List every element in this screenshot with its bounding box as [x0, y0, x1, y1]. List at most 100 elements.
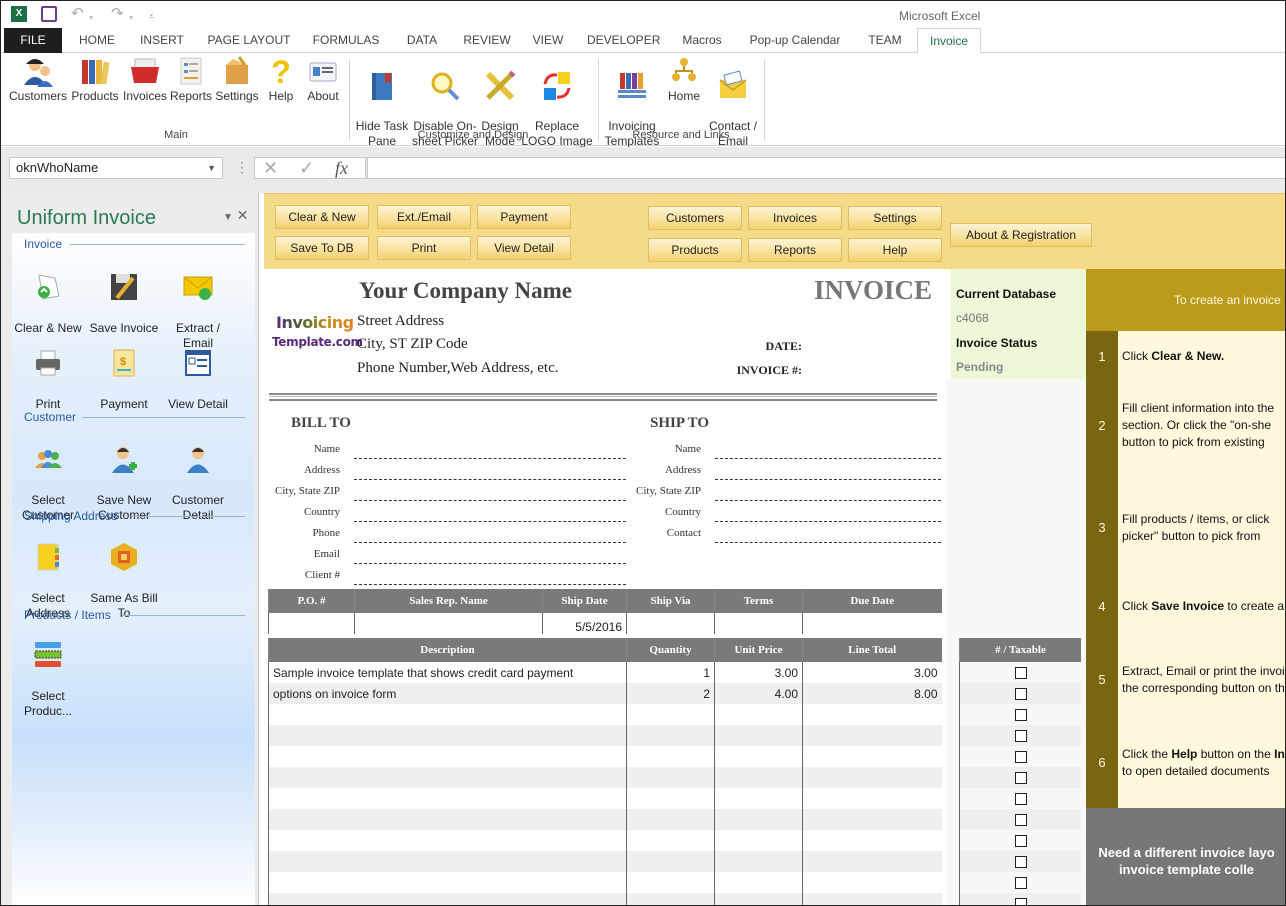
item-description[interactable]	[268, 746, 627, 767]
item-description[interactable]	[268, 830, 627, 851]
tab-popup-calendar[interactable]: Pop-up Calendar	[743, 28, 847, 53]
name-box[interactable]: oknWhoName ▼	[9, 157, 223, 179]
item-description[interactable]	[268, 704, 627, 725]
item-line-total[interactable]	[802, 851, 942, 872]
ship-to-field-input[interactable]	[715, 455, 941, 459]
item-quantity[interactable]	[626, 788, 715, 809]
sheet-view-detail-button[interactable]: View Detail	[477, 236, 571, 260]
taxable-checkbox[interactable]	[1014, 688, 1027, 701]
item-unit-price[interactable]	[714, 893, 803, 905]
terms-value[interactable]	[714, 613, 803, 634]
tp-customer-detail-button[interactable]: Customer Detail	[160, 429, 236, 523]
item-unit-price[interactable]	[714, 767, 803, 788]
item-unit-price[interactable]	[714, 809, 803, 830]
item-quantity[interactable]	[626, 767, 715, 788]
bill-to-field-input[interactable]	[354, 518, 626, 522]
item-line-total[interactable]	[802, 893, 942, 905]
taxable-checkbox[interactable]	[1014, 772, 1027, 785]
phone-web[interactable]: Phone Number,Web Address, etc.	[357, 360, 558, 377]
ribbon-home-button[interactable]: Home	[663, 55, 705, 104]
instructions-footer[interactable]: Need a different invoice layo invoice te…	[1086, 808, 1285, 905]
item-quantity[interactable]	[626, 704, 715, 725]
tab-team[interactable]: TEAM	[861, 28, 909, 53]
item-description[interactable]: options on invoice form	[268, 683, 627, 704]
bill-to-field-input[interactable]	[354, 497, 626, 501]
item-unit-price[interactable]	[714, 851, 803, 872]
tab-invoice[interactable]: Invoice	[917, 28, 981, 54]
taxable-checkbox[interactable]	[1014, 751, 1027, 764]
sales-rep-value[interactable]	[354, 613, 543, 634]
tp-clear-new-button[interactable]: Clear & New	[10, 257, 86, 336]
taxable-checkbox[interactable]	[1014, 730, 1027, 743]
ship-to-field-input[interactable]	[715, 476, 941, 480]
ribbon-customers-button[interactable]: Customers	[7, 55, 69, 104]
item-quantity[interactable]: 2	[626, 683, 715, 704]
tab-developer[interactable]: DEVELOPER	[583, 28, 661, 53]
item-line-total[interactable]	[802, 767, 942, 788]
sheet-help-button[interactable]: Help	[848, 238, 942, 262]
tab-review[interactable]: REVIEW	[459, 28, 515, 53]
taxable-checkbox[interactable]	[1014, 898, 1027, 905]
sheet-print-button[interactable]: Print	[377, 236, 471, 260]
ribbon-invoices-button[interactable]: Invoices	[121, 55, 169, 104]
tp-save-invoice-button[interactable]: Save Invoice	[86, 257, 162, 336]
item-description[interactable]	[268, 851, 627, 872]
tab-file[interactable]: FILE	[4, 28, 62, 53]
item-description[interactable]	[268, 725, 627, 746]
taxable-checkbox[interactable]	[1014, 835, 1027, 848]
sheet-invoices-button[interactable]: Invoices	[748, 206, 842, 230]
tp-print-button[interactable]: Print	[10, 333, 86, 412]
item-line-total[interactable]	[802, 725, 942, 746]
invoice-number-value[interactable]	[809, 361, 939, 379]
tab-data[interactable]: DATA	[399, 28, 445, 53]
undo-icon[interactable]: ↶	[71, 6, 84, 22]
item-description[interactable]	[268, 809, 627, 830]
item-line-total[interactable]	[802, 830, 942, 851]
sheet-payment-button[interactable]: Payment	[477, 205, 571, 229]
item-quantity[interactable]	[626, 851, 715, 872]
ship-to-field-input[interactable]	[715, 539, 941, 543]
item-unit-price[interactable]	[714, 725, 803, 746]
tp-payment-button[interactable]: $ Payment	[86, 333, 162, 412]
sheet-customers-button[interactable]: Customers	[648, 206, 742, 230]
item-line-total[interactable]	[802, 788, 942, 809]
sheet-about-registration-button[interactable]: About & Registration	[950, 223, 1092, 247]
item-quantity[interactable]	[626, 809, 715, 830]
tp-select-address-button[interactable]: Select Address	[10, 527, 86, 621]
item-unit-price[interactable]	[714, 872, 803, 893]
tab-page-layout[interactable]: PAGE LAYOUT	[203, 28, 295, 53]
item-quantity[interactable]	[626, 725, 715, 746]
taxable-checkbox[interactable]	[1014, 709, 1027, 722]
bill-to-field-input[interactable]	[354, 476, 626, 480]
item-unit-price[interactable]: 3.00	[714, 662, 803, 683]
taxable-checkbox[interactable]	[1014, 793, 1027, 806]
due-date-value[interactable]	[802, 613, 942, 634]
item-line-total[interactable]	[802, 704, 942, 725]
item-quantity[interactable]: 1	[626, 662, 715, 683]
taxable-checkbox[interactable]	[1014, 856, 1027, 869]
redo-dropdown-icon[interactable]: ▾	[129, 10, 133, 26]
item-description[interactable]: Sample invoice template that shows credi…	[268, 662, 627, 683]
item-quantity[interactable]	[626, 746, 715, 767]
street-address[interactable]: Street Address	[357, 313, 444, 330]
undo-dropdown-icon[interactable]: ▾	[89, 10, 93, 26]
item-line-total[interactable]	[802, 746, 942, 767]
tab-formulas[interactable]: FORMULAS	[307, 28, 385, 53]
taxable-checkbox[interactable]	[1014, 814, 1027, 827]
date-value[interactable]	[809, 337, 939, 355]
item-unit-price[interactable]	[714, 704, 803, 725]
enter-icon[interactable]: ✓	[299, 158, 314, 178]
item-unit-price[interactable]	[714, 830, 803, 851]
ship-to-field-input[interactable]	[715, 518, 941, 522]
redo-icon[interactable]: ↷	[111, 6, 124, 22]
ship-to-field-input[interactable]	[715, 497, 941, 501]
customize-qat-icon[interactable]: ⩡	[149, 8, 154, 24]
item-line-total[interactable]	[802, 872, 942, 893]
formula-input[interactable]	[367, 157, 1285, 179]
sheet-settings-button[interactable]: Settings	[848, 206, 942, 230]
insert-function-icon[interactable]: fx	[335, 158, 348, 178]
sheet-save-to-db-button[interactable]: Save To DB	[275, 236, 369, 260]
ship-date-value[interactable]: 5/5/2016	[542, 613, 627, 634]
task-pane-options-icon[interactable]: ▼	[223, 212, 233, 223]
formula-bar-grip-icon[interactable]: ⋮	[235, 159, 249, 176]
